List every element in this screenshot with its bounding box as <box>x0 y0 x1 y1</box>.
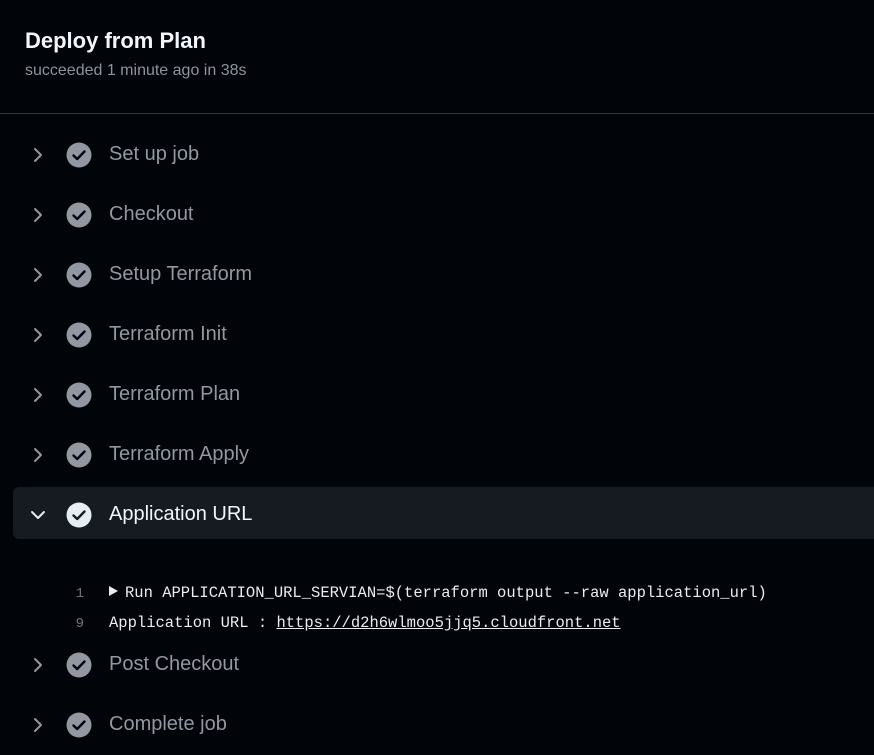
step-label: Terraform Plan <box>109 383 241 405</box>
step-complete-job[interactable]: Complete job <box>0 695 874 755</box>
step-list: Set up job Checkout Setup Terraform Terr… <box>0 125 874 755</box>
step-label: Set up job <box>109 143 200 165</box>
chevron-right-icon <box>34 448 42 462</box>
step-terraform-apply[interactable]: Terraform Apply <box>0 425 874 485</box>
step-application-url[interactable]: Application URL <box>0 485 874 545</box>
chevron-right-icon <box>34 268 42 282</box>
step-label: Complete job <box>109 713 227 735</box>
job-title: Deploy from Plan <box>25 28 206 53</box>
check-circle-icon <box>66 442 92 468</box>
log-prefix: Application URL : <box>109 614 277 632</box>
step-label: Terraform Apply <box>109 443 250 465</box>
chevron-right-icon <box>34 658 42 672</box>
chevron-right-icon <box>34 208 42 222</box>
line-number[interactable]: 1 <box>60 586 84 602</box>
job-status: succeeded 1 minute ago in 38s <box>25 62 247 79</box>
step-log: 1 Run APPLICATION_URL_SERVIAN=$(terrafor… <box>0 545 874 635</box>
check-circle-icon <box>66 712 92 738</box>
line-number[interactable]: 9 <box>60 616 84 632</box>
check-circle-icon <box>66 322 92 348</box>
log-text: Run APPLICATION_URL_SERVIAN=$(terraform … <box>125 584 767 602</box>
check-circle-icon <box>66 502 92 528</box>
chevron-down-icon <box>31 511 45 519</box>
triangle-right-icon <box>109 586 118 596</box>
step-label: Terraform Init <box>109 323 227 345</box>
check-circle-icon <box>66 202 92 228</box>
check-circle-icon <box>66 652 92 678</box>
log-text: Application URL : https://d2h6wlmoo5jjq5… <box>109 614 621 632</box>
step-terraform-plan[interactable]: Terraform Plan <box>0 365 874 425</box>
check-circle-icon <box>66 142 92 168</box>
step-terraform-init[interactable]: Terraform Init <box>0 305 874 365</box>
step-checkout[interactable]: Checkout <box>0 185 874 245</box>
chevron-right-icon <box>34 718 42 732</box>
check-circle-icon <box>66 382 92 408</box>
log-line[interactable]: 1 Run APPLICATION_URL_SERVIAN=$(terrafor… <box>0 584 874 606</box>
job-header: Deploy from Plan succeeded 1 minute ago … <box>0 0 874 114</box>
log-group-toggle[interactable]: Run APPLICATION_URL_SERVIAN=$(terraform … <box>109 584 767 602</box>
step-label: Application URL <box>109 503 253 525</box>
step-post-checkout[interactable]: Post Checkout <box>0 635 874 695</box>
step-label: Setup Terraform <box>109 263 253 285</box>
chevron-right-icon <box>34 388 42 402</box>
application-url-link[interactable]: https://d2h6wlmoo5jjq5.cloudfront.net <box>276 614 620 632</box>
step-label: Checkout <box>109 203 194 225</box>
log-line: 9 Application URL : https://d2h6wlmoo5jj… <box>0 614 874 636</box>
chevron-right-icon <box>34 148 42 162</box>
chevron-right-icon <box>34 328 42 342</box>
step-setup-terraform[interactable]: Setup Terraform <box>0 245 874 305</box>
check-circle-icon <box>66 262 92 288</box>
step-label: Post Checkout <box>109 653 240 675</box>
step-set-up-job[interactable]: Set up job <box>0 125 874 185</box>
